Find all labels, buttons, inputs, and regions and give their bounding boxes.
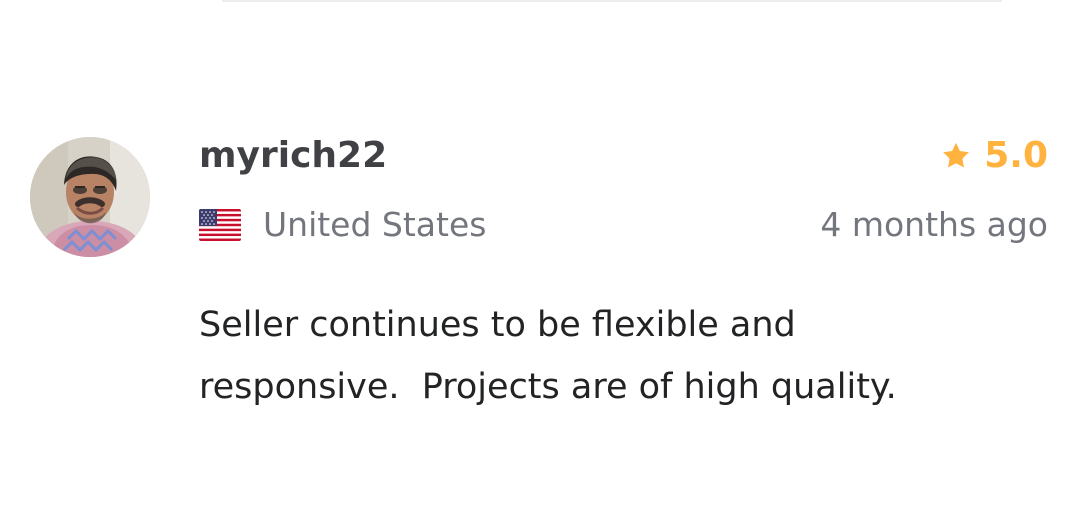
review-text: Seller continues to be flexible and resp… [199,305,897,407]
reviewer-country: United States [199,204,486,246]
review-card: myrich22 5.0 United States 4 months ago … [0,0,1080,532]
reviewer-username[interactable]: myrich22 [199,134,387,178]
avatar[interactable] [30,137,150,257]
star-icon [943,142,970,168]
rating-value: 5.0 [984,135,1048,176]
review-time: 4 months ago [820,205,1048,244]
us-flag-icon [199,209,241,241]
rating: 5.0 [940,134,1048,178]
country-name: United States [263,205,487,244]
